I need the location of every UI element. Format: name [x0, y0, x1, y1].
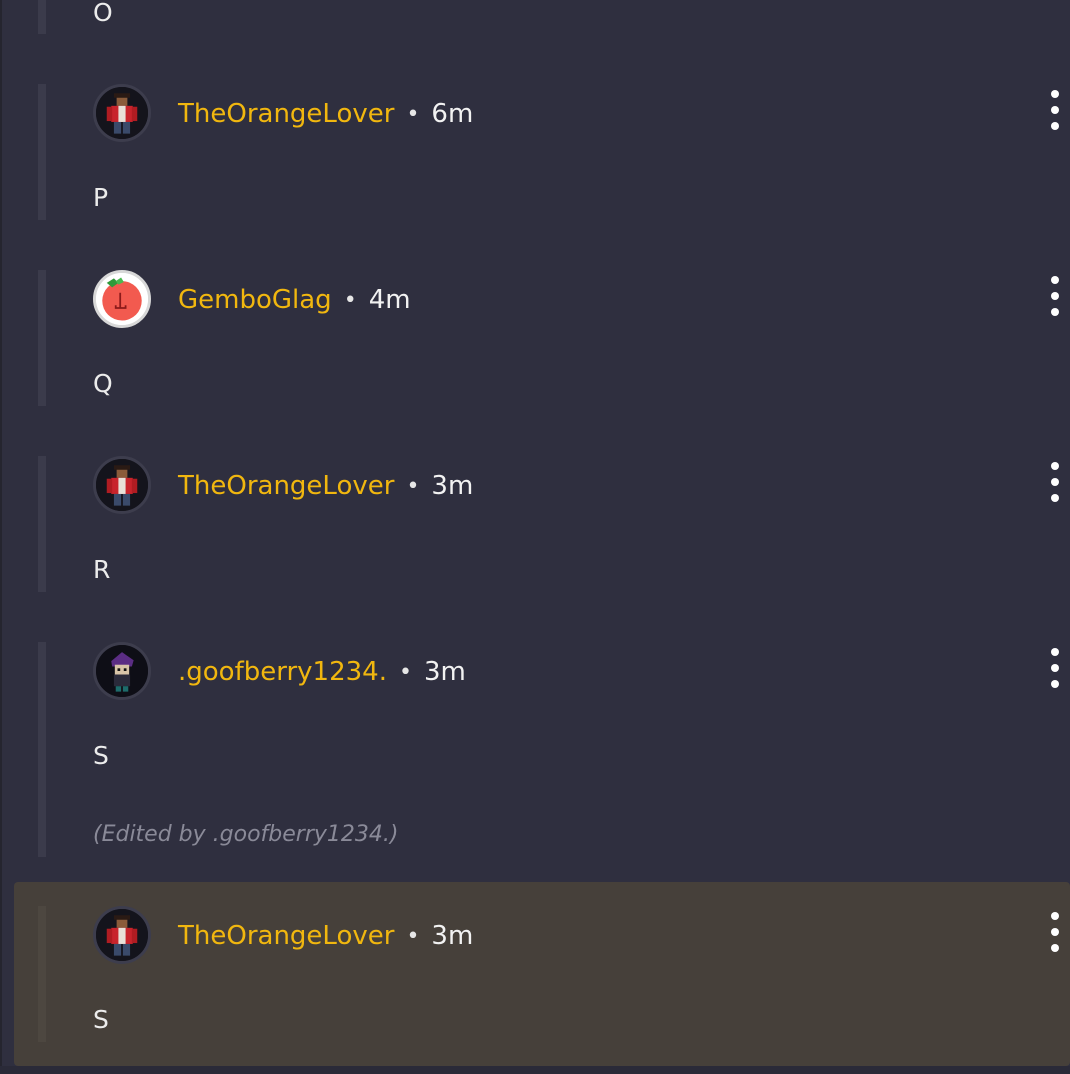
thread-line	[38, 456, 46, 592]
timestamp: 6m	[431, 99, 474, 129]
comment-meta: GemboGlag • 4m	[178, 282, 411, 318]
comment-body: S	[93, 741, 109, 770]
user-avatar[interactable]	[93, 456, 151, 514]
separator-dot: •	[406, 101, 420, 127]
comment-feed: O TheOrangeLover • 6m P GemboGlag • 4m Q…	[0, 0, 1070, 1074]
comment-body: O	[93, 0, 113, 27]
panel-border	[0, 0, 2, 1074]
thread-line	[38, 84, 46, 220]
username-link[interactable]: TheOrangeLover	[178, 471, 394, 501]
separator-dot: •	[398, 659, 412, 685]
user-avatar[interactable]	[93, 84, 151, 142]
more-vertical-icon[interactable]	[1044, 462, 1066, 502]
highlighted-comment-background	[14, 882, 1070, 1066]
comment-meta: TheOrangeLover • 3m	[178, 468, 473, 504]
user-avatar[interactable]	[93, 270, 151, 328]
more-vertical-icon[interactable]	[1044, 912, 1066, 952]
edited-note: (Edited by .goofberry1234.)	[93, 822, 399, 847]
panel-bottom-edge	[0, 1066, 1070, 1074]
more-vertical-icon[interactable]	[1044, 90, 1066, 130]
separator-dot: •	[343, 287, 357, 313]
separator-dot: •	[406, 923, 420, 949]
comment-meta: TheOrangeLover • 6m	[178, 96, 473, 132]
username-link[interactable]: GemboGlag	[178, 285, 332, 315]
username-link[interactable]: TheOrangeLover	[178, 99, 394, 129]
username-link[interactable]: TheOrangeLover	[178, 921, 394, 951]
timestamp: 3m	[431, 471, 474, 501]
separator-dot: •	[406, 473, 420, 499]
username-link[interactable]: .goofberry1234.	[178, 657, 387, 687]
thread-line	[38, 906, 46, 1042]
more-vertical-icon[interactable]	[1044, 276, 1066, 316]
thread-line	[38, 0, 46, 34]
comment-body: R	[93, 555, 111, 584]
comment-body: Q	[93, 369, 113, 398]
comment-body: P	[93, 183, 109, 212]
timestamp: 3m	[423, 657, 466, 687]
user-avatar[interactable]	[93, 642, 151, 700]
timestamp: 3m	[431, 921, 474, 951]
more-vertical-icon[interactable]	[1044, 648, 1066, 688]
thread-line	[38, 270, 46, 406]
timestamp: 4m	[368, 285, 411, 315]
comment-body: S	[93, 1005, 109, 1034]
user-avatar[interactable]	[93, 906, 151, 964]
comment-meta: .goofberry1234. • 3m	[178, 654, 466, 690]
comment-meta: TheOrangeLover • 3m	[178, 918, 473, 954]
thread-line	[38, 642, 46, 857]
